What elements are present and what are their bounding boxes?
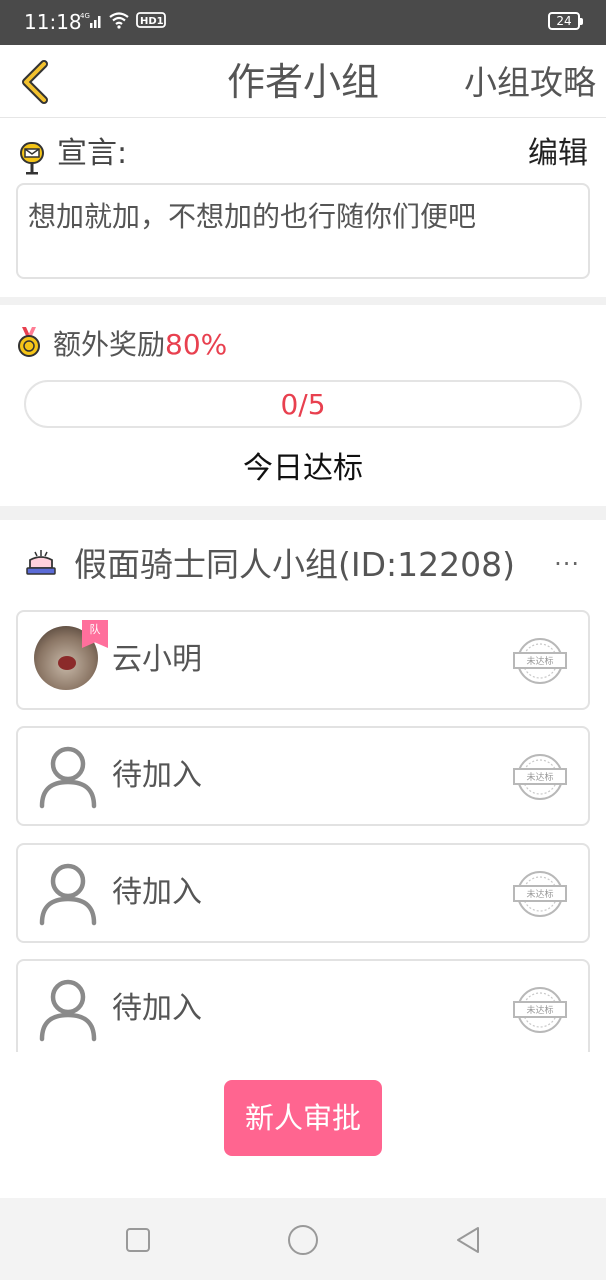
group-name: 假面骑士同人小组(ID:12208) bbox=[74, 545, 515, 584]
header: 作者小组 小组攻略 bbox=[0, 45, 606, 118]
network-type-label: 4G bbox=[80, 12, 90, 20]
not-qualified-stamp-icon: 未达标 bbox=[512, 636, 568, 686]
mailbox-icon bbox=[18, 140, 46, 180]
placeholder-user-icon bbox=[34, 975, 102, 1043]
member-name: 云小明 bbox=[112, 642, 202, 677]
extra-reward-percent: 80% bbox=[165, 328, 228, 361]
group-sign-icon bbox=[24, 548, 58, 582]
wifi-icon bbox=[108, 11, 130, 33]
signal-icon: 4G bbox=[80, 11, 102, 33]
stamp-label: 未达标 bbox=[526, 1004, 553, 1016]
stamp-label: 未达标 bbox=[526, 771, 553, 783]
system-nav-bar bbox=[0, 1198, 606, 1280]
recent-apps-button[interactable] bbox=[118, 1220, 158, 1260]
member-card[interactable]: 待加入 未达标 bbox=[16, 843, 590, 943]
medal-icon bbox=[16, 326, 42, 362]
not-qualified-stamp-icon: 未达标 bbox=[512, 752, 568, 802]
back-nav-button[interactable] bbox=[448, 1220, 488, 1260]
not-qualified-stamp-icon: 未达标 bbox=[512, 869, 568, 919]
group-guide-link[interactable]: 小组攻略 bbox=[464, 61, 596, 105]
stamp-label: 未达标 bbox=[526, 655, 553, 667]
square-icon bbox=[126, 1228, 150, 1252]
progress-count: 0/5 bbox=[280, 388, 326, 421]
today-target-label: 今日达标 bbox=[243, 451, 363, 486]
circle-icon bbox=[288, 1225, 318, 1255]
home-button[interactable] bbox=[283, 1220, 323, 1260]
member-list: 队 云小明 未达标 待加入 未达标 待加入 未达标 待加入 未达标 bbox=[0, 600, 606, 1052]
status-icons: 4G HD1 bbox=[80, 10, 166, 34]
declaration-text: 想加就加，不想加的也行随你们便吧 bbox=[16, 183, 590, 279]
member-name: 待加入 bbox=[112, 991, 202, 1026]
more-options-button[interactable]: ··· bbox=[554, 546, 580, 582]
member-card[interactable]: 待加入 未达标 bbox=[16, 726, 590, 826]
battery-icon: 24 bbox=[548, 12, 583, 30]
extra-reward-text: 额外奖励 bbox=[53, 328, 166, 361]
member-card[interactable]: 队 云小明 未达标 bbox=[16, 610, 590, 710]
hd-icon: HD1 bbox=[136, 11, 166, 33]
section-divider bbox=[0, 297, 606, 305]
new-member-approval-button[interactable]: 新人审批 bbox=[224, 1080, 382, 1156]
stamp-label: 未达标 bbox=[526, 888, 553, 900]
status-time: 11:18 bbox=[24, 10, 82, 34]
avatar: 队 bbox=[34, 620, 108, 694]
member-name: 待加入 bbox=[112, 875, 202, 910]
declaration-label: 宣言: bbox=[57, 136, 128, 171]
not-qualified-stamp-icon: 未达标 bbox=[512, 985, 568, 1035]
edit-button[interactable]: 编辑 bbox=[528, 134, 588, 174]
extra-reward-label: 额外奖励80% bbox=[53, 326, 227, 364]
triangle-back-icon bbox=[457, 1227, 479, 1253]
status-bar: 11:18 4G HD1 24 bbox=[0, 0, 606, 45]
section-divider bbox=[0, 506, 606, 520]
member-card[interactable]: 待加入 未达标 bbox=[16, 959, 590, 1052]
daily-progress-bar: 0/5 bbox=[24, 380, 582, 428]
placeholder-user-icon bbox=[34, 742, 102, 810]
placeholder-user-icon bbox=[34, 859, 102, 927]
member-name: 待加入 bbox=[112, 758, 202, 793]
hd-label: HD1 bbox=[140, 16, 164, 27]
